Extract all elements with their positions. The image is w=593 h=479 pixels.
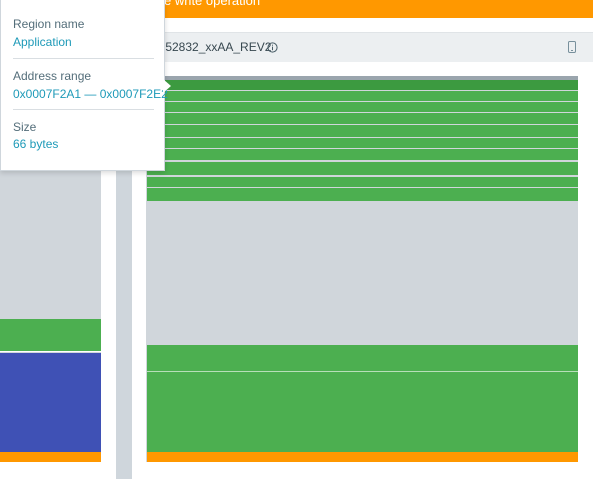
address-range-label: Address range — [13, 69, 92, 83]
memory-region[interactable] — [147, 149, 578, 160]
region-tooltip: Region name Application Address range 0x… — [0, 0, 168, 171]
memory-region[interactable] — [147, 138, 578, 148]
memory-region[interactable] — [147, 102, 578, 112]
memory-region[interactable] — [147, 177, 578, 187]
region-name-label: Region name — [13, 17, 85, 31]
region-name-value: Application — [13, 35, 72, 49]
memory-region[interactable] — [147, 125, 578, 137]
size-label: Size — [13, 120, 37, 134]
left-region-green[interactable] — [0, 319, 101, 352]
memory-region-orange[interactable] — [147, 452, 578, 462]
left-bottom-space — [0, 462, 101, 479]
tooltip-arrow — [163, 79, 171, 93]
memory-region-large[interactable] — [147, 345, 578, 452]
operation-title: e write operation — [164, 0, 261, 8]
tooltip-divider — [13, 109, 154, 110]
left-region-blue[interactable] — [0, 353, 101, 452]
device-icon[interactable] — [568, 41, 576, 53]
size-value: 66 bytes — [13, 137, 59, 151]
device-name: F52832_xxAA_REV2 — [158, 40, 272, 54]
region-boundary — [147, 371, 578, 372]
info-icon[interactable] — [267, 42, 278, 53]
memory-region-selected[interactable] — [147, 80, 578, 90]
memory-region[interactable] — [147, 91, 578, 101]
memory-region[interactable] — [147, 188, 578, 201]
address-range-value: 0x0007F2A1 — 0x0007F2E2 — [13, 87, 168, 101]
memory-region[interactable] — [147, 162, 578, 175]
tooltip-divider — [13, 58, 154, 59]
memory-region[interactable] — [147, 113, 578, 124]
left-region-orange[interactable] — [0, 452, 101, 462]
